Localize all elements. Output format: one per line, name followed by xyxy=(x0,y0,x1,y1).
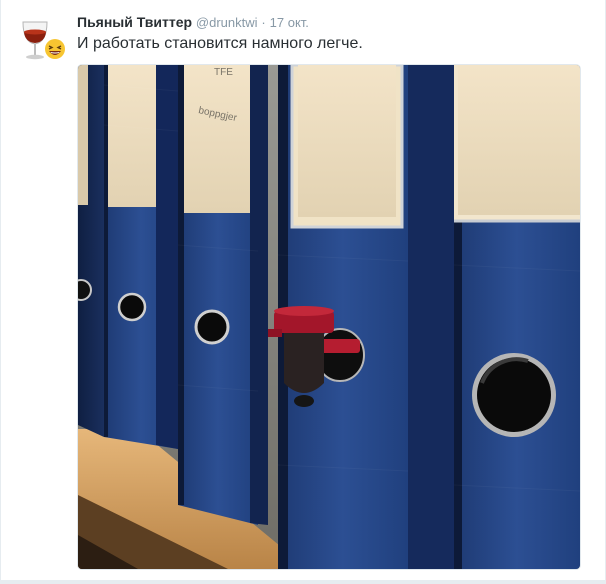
binders-photo-illustration: boppgjer TFE xyxy=(78,65,580,569)
tweet-header: Пьяный Твиттер @drunktwi · 17 окт. xyxy=(77,12,309,32)
divider xyxy=(0,580,606,584)
timestamp[interactable]: 17 окт. xyxy=(270,15,309,30)
avatar[interactable] xyxy=(15,12,67,64)
tweet-photo[interactable]: boppgjer TFE xyxy=(77,64,581,570)
fullname[interactable]: Пьяный Твиттер xyxy=(77,14,192,30)
tweet-card[interactable]: Пьяный Твиттер @drunktwi · 17 окт. И раб… xyxy=(0,0,606,584)
tweet-text: И работать становится намного легче. xyxy=(77,35,363,52)
username[interactable]: @drunktwi xyxy=(196,15,258,30)
wine-glass-laughing-emoji-icon xyxy=(15,12,67,64)
svg-text:TFE: TFE xyxy=(214,67,233,78)
separator-dot: · xyxy=(261,15,266,30)
